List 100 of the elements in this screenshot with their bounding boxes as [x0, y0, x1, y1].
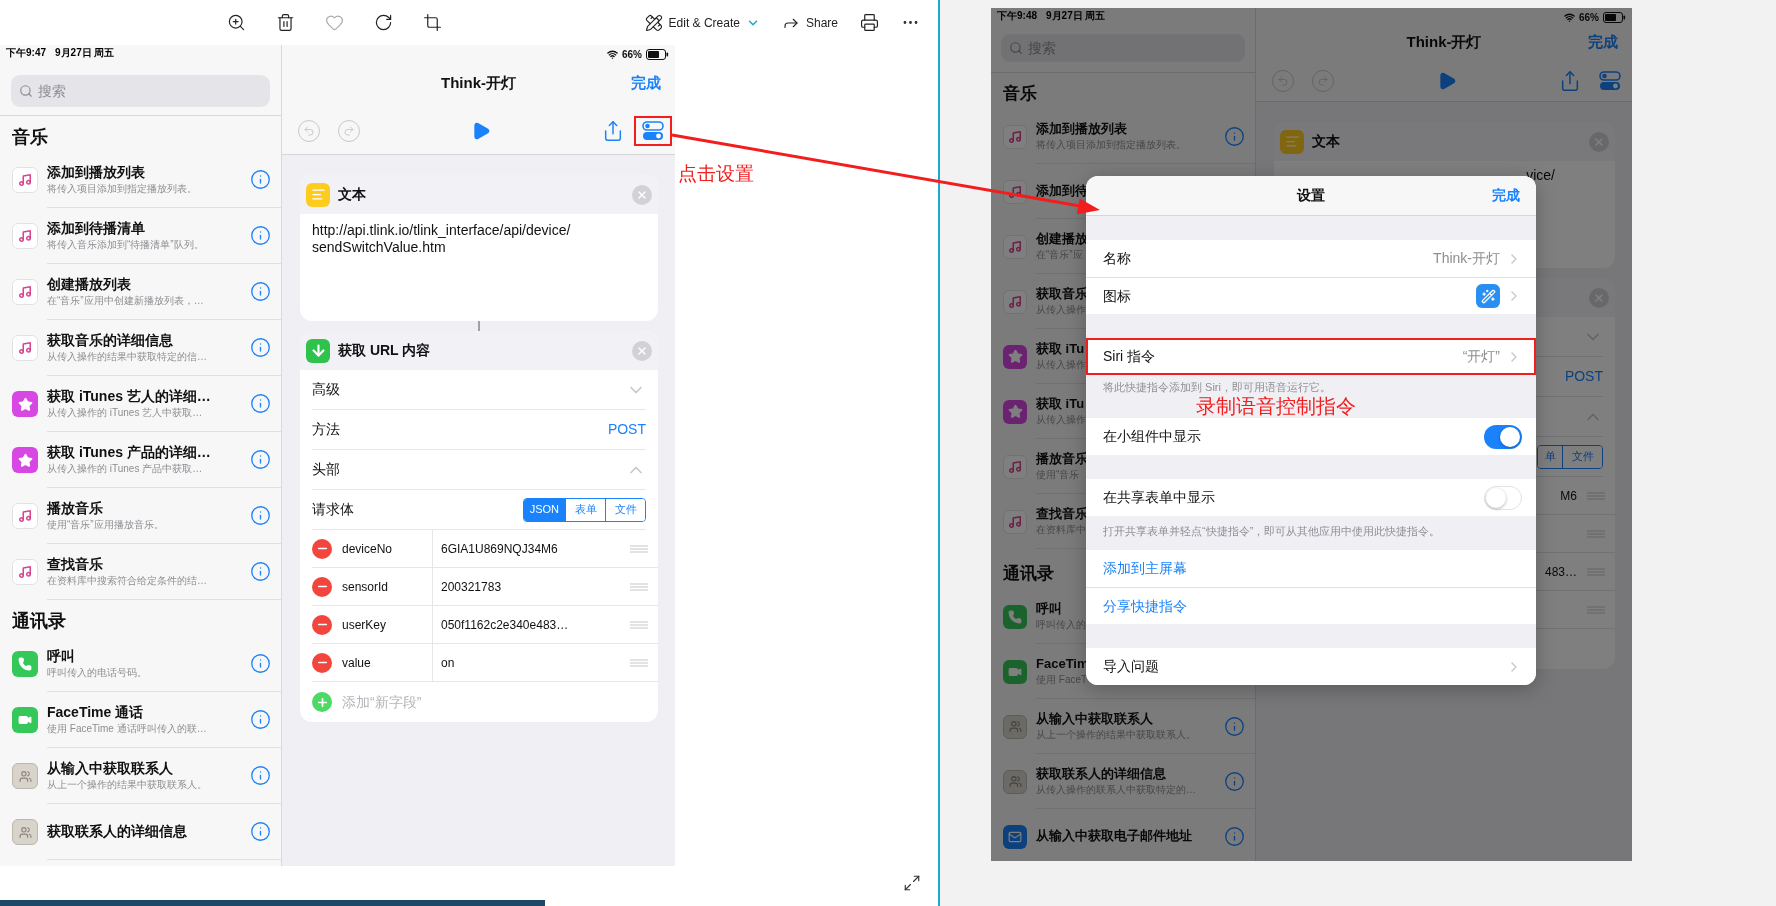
card-title: 获取 URL 内容	[338, 341, 431, 360]
action-title: 创建播放列表	[47, 275, 131, 294]
action-title: 从输入中获取联系人	[47, 759, 173, 778]
card-title: 文本	[338, 185, 366, 204]
settings-row[interactable]: 在共享表单中显示	[1086, 479, 1536, 516]
info-icon[interactable]	[250, 281, 271, 302]
share-button[interactable]: Share	[781, 13, 838, 32]
toggle-switch[interactable]	[1484, 424, 1522, 449]
music-note-icon	[18, 341, 32, 355]
remove-field-button[interactable]	[312, 538, 332, 559]
done-button[interactable]: 完成	[1492, 185, 1520, 206]
info-icon[interactable]	[250, 225, 271, 246]
add-field-button[interactable]: 添加“新字段”	[300, 682, 658, 722]
people-icon	[18, 825, 32, 839]
toggle-switches-icon	[1599, 70, 1621, 92]
segment-tab[interactable]: JSON	[523, 498, 565, 521]
settings-row[interactable]: 图标	[1086, 277, 1536, 314]
close-icon	[636, 344, 648, 357]
info-icon[interactable]	[1224, 825, 1245, 847]
status-date: 9月27日 周五	[55, 46, 115, 60]
info-icon[interactable]	[250, 821, 271, 842]
row-label: 分享快捷指令	[1103, 596, 1187, 616]
action-description: 在资料库中搜索符合给定条件的结…	[47, 573, 207, 588]
settings-row[interactable]: 名称 Think-开灯	[1086, 240, 1536, 277]
info-icon[interactable]	[250, 765, 271, 786]
star-icon	[1007, 349, 1023, 364]
info-icon[interactable]	[1224, 770, 1245, 792]
music-note-icon	[18, 285, 32, 299]
rotate-icon[interactable]	[374, 13, 393, 32]
field-value: 200321783	[440, 578, 502, 596]
phone-icon	[1008, 609, 1022, 624]
action-title: 添加到播放列表	[47, 163, 145, 182]
section-heading: 通讯录	[12, 611, 66, 631]
people-icon	[18, 769, 32, 783]
info-icon[interactable]	[250, 449, 271, 470]
row-label: 图标	[1103, 286, 1131, 306]
remove-field-button[interactable]	[312, 576, 332, 597]
info-icon[interactable]	[250, 169, 271, 190]
shortcut-title: Think-开灯	[1406, 31, 1482, 52]
star-icon	[17, 452, 33, 468]
zoom-in-icon[interactable]	[227, 13, 246, 32]
settings-row[interactable]: 在小组件中显示	[1086, 418, 1536, 455]
row-label: 在小组件中显示	[1103, 427, 1201, 446]
music-note-icon	[18, 565, 32, 579]
segment-tab[interactable]: 文件	[1562, 445, 1602, 468]
row-label: Siri 指令	[1103, 347, 1156, 366]
status-date: 9月27日 周五	[1046, 8, 1106, 23]
info-icon[interactable]	[1224, 715, 1245, 737]
action-title: 获取 iTu	[1036, 395, 1085, 413]
heart-icon[interactable]	[325, 13, 344, 32]
method-value[interactable]: POST	[607, 419, 646, 440]
remove-field-button[interactable]	[312, 652, 332, 673]
settings-row[interactable]: 导入问题	[1086, 648, 1536, 685]
share-icon[interactable]	[1559, 70, 1581, 92]
action-title: 从输入中获取电子邮件地址	[1036, 827, 1192, 845]
segment-tab[interactable]: 文件	[605, 498, 645, 521]
music-note-icon	[1008, 129, 1022, 144]
info-icon[interactable]	[250, 505, 271, 526]
pencil-ruler-icon	[644, 13, 663, 32]
close-icon	[636, 188, 648, 201]
annotation-label: 录制语音控制指令	[1196, 394, 1357, 418]
share-icon[interactable]	[602, 119, 624, 142]
play-button[interactable]	[471, 120, 491, 141]
drag-handle-icon	[630, 620, 648, 629]
info-icon[interactable]	[250, 709, 271, 730]
info-icon[interactable]	[250, 337, 271, 358]
status-time: 下午9:47	[6, 46, 46, 60]
battery-percent: 66%	[1579, 11, 1599, 25]
crop-icon[interactable]	[423, 13, 442, 32]
row-value: Think-开灯	[1433, 249, 1500, 268]
done-button[interactable]: 完成	[631, 72, 661, 95]
settings-row[interactable]: Siri 指令 “开灯”	[1086, 338, 1536, 375]
info-icon[interactable]	[1224, 125, 1245, 147]
info-icon[interactable]	[250, 653, 271, 674]
toggle-switch[interactable]	[1484, 485, 1522, 510]
redo-arrow-icon	[343, 124, 355, 137]
edit-create-button[interactable]: Edit & Create	[644, 13, 760, 32]
row-label: 名称	[1103, 249, 1131, 268]
settings-row[interactable]: 分享快捷指令	[1086, 587, 1536, 624]
action-title: 获取联系人的详细信息	[1036, 765, 1166, 783]
info-icon[interactable]	[250, 393, 271, 414]
expand-icon[interactable]	[903, 874, 921, 892]
info-icon[interactable]	[250, 561, 271, 582]
field-key: deviceNo	[342, 539, 432, 558]
method-value[interactable]: POST	[1564, 366, 1603, 387]
trash-icon[interactable]	[276, 13, 295, 32]
print-icon[interactable]	[860, 13, 879, 32]
battery-icon	[1603, 12, 1626, 23]
done-button[interactable]: 完成	[1588, 30, 1618, 54]
row-label: 方法	[312, 420, 340, 439]
music-note-icon	[18, 229, 32, 243]
settings-row[interactable]: 添加到主屏幕	[1086, 550, 1536, 587]
wifi-icon	[1564, 12, 1575, 23]
settings-button[interactable]	[634, 115, 672, 146]
phone-icon	[18, 657, 32, 671]
search-icon	[19, 84, 33, 98]
music-note-icon	[18, 509, 32, 523]
remove-field-button[interactable]	[312, 614, 332, 635]
card-title: 文本	[1312, 132, 1340, 151]
music-note-icon	[1008, 459, 1022, 474]
